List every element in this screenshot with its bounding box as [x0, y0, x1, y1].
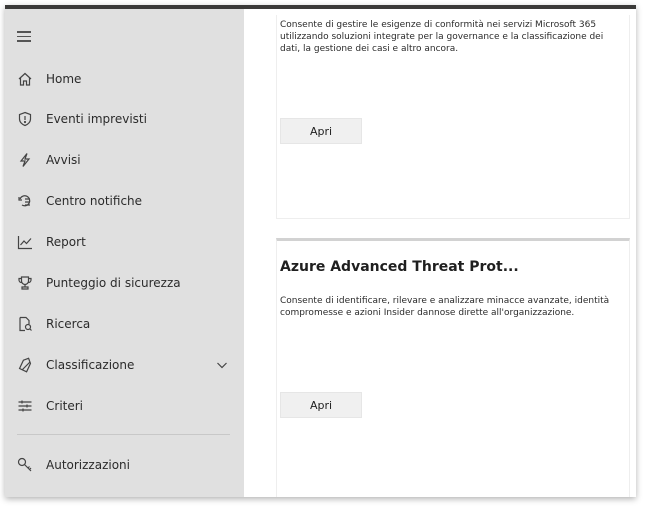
- sidebar-item-label: Criteri: [46, 399, 84, 413]
- sidebar-item-label: Eventi imprevisti: [46, 112, 147, 126]
- sidebar-divider: [17, 434, 230, 435]
- sidebar-item-label: Home: [46, 72, 82, 86]
- sidebar-item-label: Punteggio di sicurezza: [46, 276, 181, 290]
- card-title: Azure Advanced Threat Prot...: [280, 259, 519, 275]
- sliders-icon: [17, 398, 33, 414]
- trophy-icon: [17, 275, 33, 291]
- sidebar-item-eventi-imprevisti[interactable]: Eventi imprevisti: [5, 101, 244, 137]
- open-button[interactable]: Apri: [280, 118, 362, 144]
- tag-icon: [17, 357, 33, 373]
- open-button[interactable]: Apri: [280, 392, 362, 418]
- sidebar-item-label: Report: [46, 235, 86, 249]
- main-content: Consente di gestire le esigenze di confo…: [244, 9, 636, 497]
- app-window: Home Eventi imprevisti Avvisi Centro not…: [5, 5, 636, 497]
- sidebar-item-criteri[interactable]: Criteri: [5, 388, 244, 424]
- sidebar-item-label: Autorizzazioni: [46, 458, 130, 472]
- hamburger-menu-icon[interactable]: [17, 31, 31, 42]
- sidebar-item-punteggio-sicurezza[interactable]: Punteggio di sicurezza: [5, 265, 244, 301]
- solution-card: Azure Advanced Threat Prot... Consente d…: [276, 238, 630, 497]
- sidebar-item-label: Centro notifiche: [46, 194, 143, 208]
- sidebar-item-label: Classificazione: [46, 358, 135, 372]
- card-description: Consente di identificare, rilevare e ana…: [280, 296, 610, 318]
- chevron-down-icon[interactable]: [216, 359, 228, 371]
- sidebar-item-label: Avvisi: [46, 153, 81, 167]
- sidebar: Home Eventi imprevisti Avvisi Centro not…: [5, 9, 244, 497]
- sidebar-item-home[interactable]: Home: [5, 61, 244, 97]
- sidebar-item-classificazione[interactable]: Classificazione: [5, 347, 244, 383]
- search-icon: [17, 316, 33, 332]
- sidebar-item-autorizzazioni[interactable]: Autorizzazioni: [5, 447, 244, 483]
- key-icon: [17, 457, 33, 473]
- sidebar-item-ricerca[interactable]: Ricerca: [5, 306, 244, 342]
- card-description: Consente di gestire le esigenze di confo…: [280, 20, 604, 54]
- shield-icon: [17, 111, 33, 127]
- sidebar-item-report[interactable]: Report: [5, 224, 244, 260]
- lightning-icon: [17, 152, 33, 168]
- sidebar-item-label: Ricerca: [46, 317, 91, 331]
- notification-center-icon: [17, 193, 33, 209]
- sidebar-item-avvisi[interactable]: Avvisi: [5, 142, 244, 178]
- home-icon: [17, 71, 33, 87]
- solution-card: Consente di gestire le esigenze di confo…: [276, 15, 630, 219]
- sidebar-item-centro-notifiche[interactable]: Centro notifiche: [5, 183, 244, 219]
- chart-icon: [17, 234, 33, 250]
